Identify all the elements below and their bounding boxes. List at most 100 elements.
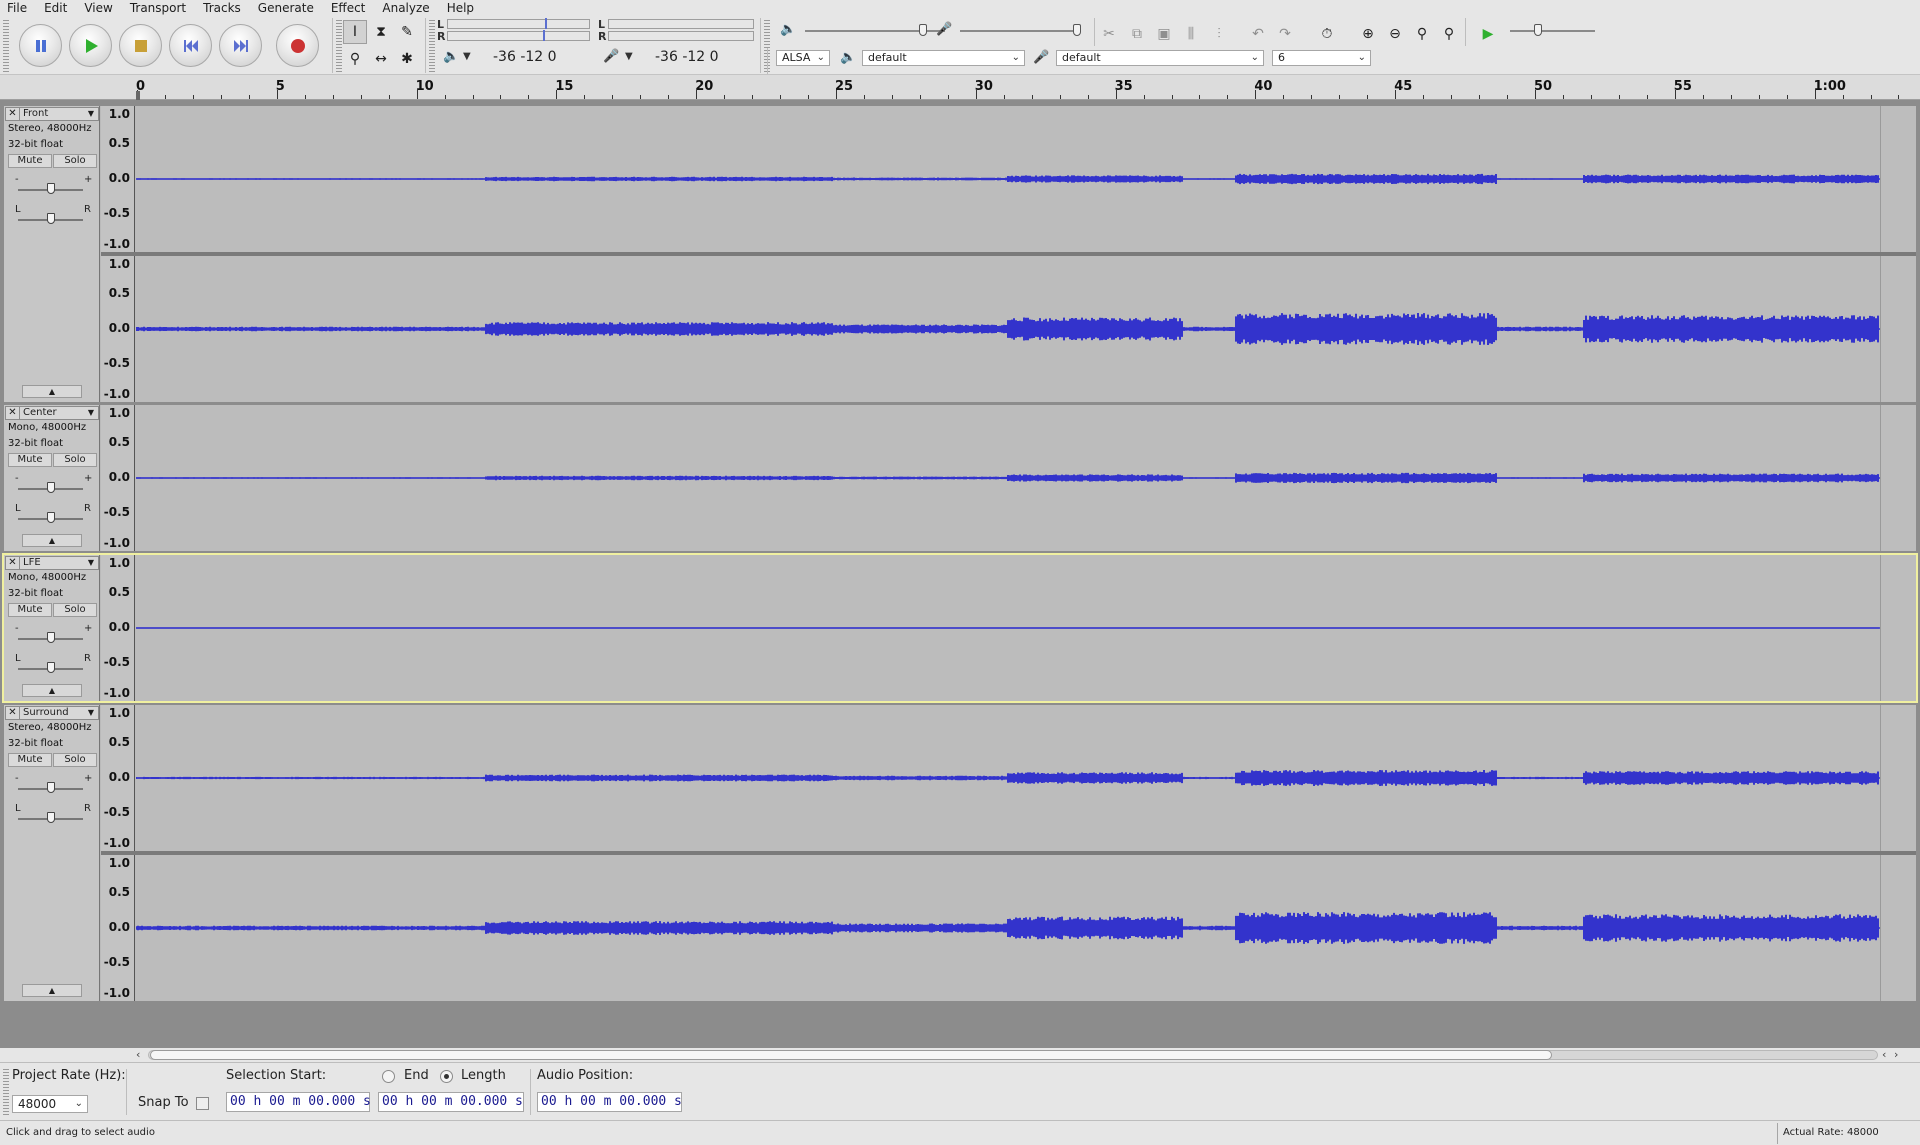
zoom-out-button[interactable]: ⊖ [1384,23,1406,45]
toolbar-grip[interactable] [429,20,435,72]
track-lfe[interactable]: ✕ LFE ▼ Mono, 48000Hz 32-bit float Mute … [2,553,1918,703]
track-name[interactable]: Front [20,108,84,120]
play-at-speed-button[interactable]: ▶ [1477,23,1499,45]
scrollbar-thumb[interactable] [150,1050,1552,1060]
redo-button[interactable]: ↷ [1274,23,1296,45]
track-title-bar[interactable]: ✕ Surround ▼ [5,706,99,720]
menu-edit[interactable]: Edit [36,0,76,16]
record-meter-left[interactable] [447,19,590,29]
waveform-area[interactable] [136,106,1880,252]
solo-button[interactable]: Solo [53,753,97,767]
play-speed-thumb[interactable] [1534,24,1542,36]
track-title-bar[interactable]: ✕ Front ▼ [5,107,99,121]
chevron-down-icon[interactable]: ▼ [84,557,98,569]
selection-length-time[interactable]: 00 h 00 m 00.000 s [378,1092,524,1112]
project-rate-select[interactable]: 48000 ⌄ [12,1095,88,1113]
track-center[interactable]: ✕ Center ▼ Mono, 48000Hz 32-bit float Mu… [4,405,1916,551]
scroll-left-icon[interactable]: ‹ [1882,1048,1886,1061]
track-control-panel[interactable]: ✕ Surround ▼ Stereo, 48000Hz 32-bit floa… [4,705,100,1001]
waveform-channel[interactable]: 1.0 0.5 0.0 -0.5 -1.0 [101,256,1916,402]
chevron-down-icon[interactable]: ▼ [84,108,98,120]
toolbar-grip[interactable] [3,1069,9,1115]
chevron-down-icon[interactable]: ▼ [84,707,98,719]
pan-slider-thumb[interactable] [47,213,55,224]
solo-button[interactable]: Solo [53,603,97,617]
chevron-down-icon[interactable]: ▼ [84,407,98,419]
play-meter-left[interactable] [608,19,754,29]
scroll-left-icon[interactable]: ‹ [136,1048,140,1061]
end-radio[interactable] [382,1070,395,1083]
audio-position-time[interactable]: 00 h 00 m 00.000 s [537,1092,682,1112]
fit-selection-button[interactable]: ⚲ [1411,23,1433,45]
waveform-channel[interactable]: 1.0 0.5 0.0 -0.5 -1.0 [101,555,1916,701]
recording-channels-select[interactable]: 6 ⌄ [1272,50,1371,66]
waveform-channel[interactable]: 1.0 0.5 0.0 -0.5 -1.0 [101,405,1916,551]
timeline-ruler[interactable]: 0 5 10 15 20 25 30 35 40 45 50 55 1:00 [0,75,1920,100]
track-surround[interactable]: ✕ Surround ▼ Stereo, 48000Hz 32-bit floa… [4,705,1916,1001]
collapse-track-button[interactable]: ▲ [22,984,82,997]
track-control-panel[interactable]: ✕ Front ▼ Stereo, 48000Hz 32-bit float M… [4,106,100,402]
close-icon[interactable]: ✕ [6,108,20,120]
playhead-marker[interactable] [136,91,140,100]
fit-project-button[interactable]: ⚲ [1438,23,1460,45]
mute-button[interactable]: Mute [8,453,52,467]
playback-volume-thumb[interactable] [919,24,927,36]
collapse-track-button[interactable]: ▲ [22,684,82,697]
pan-slider-thumb[interactable] [47,662,55,673]
gain-slider-thumb[interactable] [47,482,55,493]
collapse-track-button[interactable]: ▲ [22,385,82,398]
skip-to-start-button[interactable] [169,24,212,67]
dropdown-arrow-icon[interactable]: ▼ [463,51,471,62]
close-icon[interactable]: ✕ [6,407,20,419]
record-button[interactable] [276,24,319,67]
zoom-in-button[interactable]: ⊕ [1357,23,1379,45]
track-name[interactable]: LFE [20,557,84,569]
dropdown-arrow-icon[interactable]: ▼ [625,51,633,62]
solo-button[interactable]: Solo [53,154,97,168]
waveform-area[interactable] [136,405,1880,551]
gain-slider-thumb[interactable] [47,183,55,194]
recording-volume-thumb[interactable] [1073,24,1081,36]
play-button[interactable] [69,24,112,67]
play-speed-slider[interactable] [1510,30,1595,32]
vertical-ruler[interactable]: 1.0 0.5 0.0 -0.5 -1.0 [101,106,135,252]
undo-button[interactable]: ↶ [1247,23,1269,45]
waveform-channel[interactable]: 1.0 0.5 0.0 -0.5 -1.0 [101,705,1916,851]
pause-button[interactable] [19,24,62,67]
waveform-area[interactable] [136,855,1880,1001]
selection-start-time[interactable]: 00 h 00 m 00.000 s [226,1092,371,1112]
mute-button[interactable]: Mute [8,603,52,617]
toolbar-grip[interactable] [3,20,9,72]
track-title-bar[interactable]: ✕ Center ▼ [5,406,99,420]
collapse-track-button[interactable]: ▲ [22,534,82,547]
draw-tool-button[interactable]: ✎ [395,20,419,44]
sync-lock-button[interactable]: ⏱ [1316,23,1338,45]
scroll-right-icon[interactable]: › [1894,1048,1898,1061]
menu-file[interactable]: File [0,0,36,16]
waveform-area[interactable] [136,256,1880,402]
vertical-ruler[interactable]: 1.0 0.5 0.0 -0.5 -1.0 [101,256,135,402]
mute-button[interactable]: Mute [8,154,52,168]
stop-button[interactable] [119,24,162,67]
recording-device-select[interactable]: default ⌄ [1056,50,1264,66]
recording-volume-slider[interactable] [960,30,1080,32]
vertical-ruler[interactable]: 1.0 0.5 0.0 -0.5 -1.0 [101,405,135,551]
vertical-ruler[interactable]: 1.0 0.5 0.0 -0.5 -1.0 [101,705,135,851]
trim-button[interactable]: ⫼ [1180,23,1202,45]
waveform-area[interactable] [136,705,1880,851]
horizontal-scrollbar[interactable]: ‹ ‹ › [0,1048,1920,1062]
track-name[interactable]: Surround [20,707,84,719]
menu-transport[interactable]: Transport [122,0,195,16]
menu-view[interactable]: View [76,0,121,16]
toolbar-grip[interactable] [336,20,342,72]
close-icon[interactable]: ✕ [6,557,20,569]
track-control-panel[interactable]: ✕ Center ▼ Mono, 48000Hz 32-bit float Mu… [4,405,100,551]
length-radio[interactable] [440,1070,453,1083]
close-icon[interactable]: ✕ [6,707,20,719]
track-title-bar[interactable]: ✕ LFE ▼ [5,556,99,570]
track-front[interactable]: ✕ Front ▼ Stereo, 48000Hz 32-bit float M… [4,106,1916,402]
menu-generate[interactable]: Generate [250,0,323,16]
solo-button[interactable]: Solo [53,453,97,467]
vertical-ruler[interactable]: 1.0 0.5 0.0 -0.5 -1.0 [101,855,135,1001]
multi-tool-button[interactable]: ✱ [395,47,419,71]
